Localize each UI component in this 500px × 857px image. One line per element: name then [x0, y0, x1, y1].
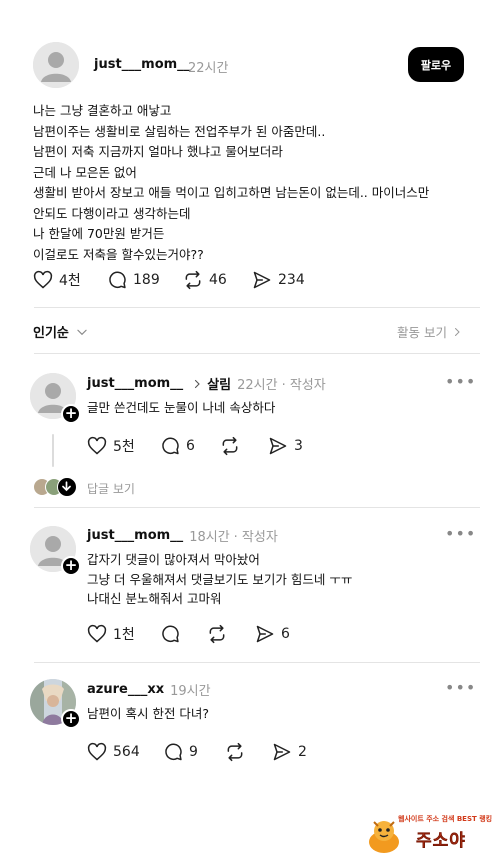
send-icon	[269, 437, 287, 455]
heart-icon	[87, 742, 107, 761]
follow-plus-icon[interactable]: +	[61, 709, 81, 729]
repost-icon	[227, 742, 243, 762]
reply-topic-tag[interactable]: 살림	[207, 374, 231, 393]
activity-link[interactable]: 활동 보기	[397, 322, 463, 341]
repost-icon	[209, 624, 225, 644]
reply-text: 글만 쓴건데도 눈물이 나네 속상하다	[87, 400, 276, 415]
sort-dropdown[interactable]: 인기순	[33, 322, 89, 341]
divider	[34, 507, 480, 508]
watermark-tagline: 웹사이트 주소 검색 BEST 랭킹	[398, 815, 493, 823]
reply-time: 18시간	[189, 530, 230, 545]
reply-like-count: 1천	[113, 627, 135, 643]
replier-avatars[interactable]	[33, 477, 77, 497]
comment-icon	[162, 437, 179, 455]
reply-like-button[interactable]: 5천	[87, 436, 135, 456]
post-time: 22시간	[188, 61, 229, 76]
send-icon	[273, 743, 291, 761]
reply-like-count: 564	[113, 744, 140, 760]
sort-label: 인기순	[33, 326, 69, 341]
activity-label: 활동 보기	[397, 325, 447, 340]
reply-share-count: 6	[281, 626, 290, 642]
heart-icon	[33, 270, 53, 289]
reply-username[interactable]: just___mom__	[87, 528, 183, 543]
default-avatar-icon	[33, 42, 79, 88]
author-badge: · 작성자	[281, 378, 326, 393]
post-repost-count: 46	[209, 272, 227, 288]
repost-icon	[222, 436, 238, 456]
reply-username[interactable]: azure___xx	[87, 682, 164, 697]
chevron-right-icon	[195, 379, 200, 388]
reply-header: just___mom__ 18시간 · 작성자	[87, 526, 278, 545]
reply-share-count: 2	[298, 744, 307, 760]
repost-icon	[185, 270, 201, 290]
reply-header: azure___xx 19시간	[87, 680, 211, 699]
reply-like-button[interactable]: 1천	[87, 624, 135, 644]
reply-like-button[interactable]: 564	[87, 742, 140, 762]
more-options-icon[interactable]: •••	[445, 524, 476, 543]
post-repost-button[interactable]: 46	[183, 270, 227, 290]
chevron-down-icon	[77, 329, 87, 335]
reply-repost-button[interactable]	[225, 742, 251, 762]
more-options-icon[interactable]: •••	[445, 372, 476, 391]
divider	[34, 662, 480, 663]
reply-repost-button[interactable]	[220, 436, 246, 456]
comment-icon	[109, 271, 126, 289]
reply-time: 19시간	[170, 684, 211, 699]
reply-username[interactable]: just___mom__	[87, 376, 183, 391]
comment-icon	[165, 743, 182, 761]
reply-share-button[interactable]: 2	[272, 742, 307, 762]
reply-comment-button[interactable]: 9	[163, 742, 198, 762]
reply-share-button[interactable]: 3	[268, 436, 303, 456]
post-share-count: 234	[278, 272, 305, 288]
chevron-right-icon	[454, 327, 460, 336]
reply-comment-count: 9	[189, 744, 198, 760]
post-share-button[interactable]: 234	[252, 270, 305, 290]
reply-comment-button[interactable]	[160, 624, 186, 644]
post-comment-button[interactable]: 189	[107, 270, 160, 290]
reply-repost-button[interactable]	[207, 624, 233, 644]
author-badge: · 작성자	[233, 530, 278, 545]
send-icon	[256, 625, 274, 643]
post-like-button[interactable]: 4천	[33, 270, 81, 290]
thread-line	[52, 434, 54, 467]
divider	[34, 353, 480, 354]
post-like-count: 4천	[59, 273, 81, 289]
comment-icon	[162, 625, 179, 643]
heart-icon	[87, 436, 107, 455]
post-body: 나는 그냥 결혼하고 애낳고 남편이주는 생활비로 살림하는 전업주부가 된 아…	[33, 103, 430, 262]
heart-icon	[87, 624, 107, 643]
watermark-brand: 주소야	[416, 831, 466, 851]
post-username[interactable]: just___mom__	[94, 57, 190, 72]
reply-share-button[interactable]: 6	[255, 624, 290, 644]
post-comment-count: 189	[133, 272, 160, 288]
reply-header: just___mom__ 살림 22시간 · 작성자	[87, 374, 326, 393]
post-avatar[interactable]	[33, 42, 79, 88]
reply-comment-button[interactable]: 6	[160, 436, 195, 456]
send-icon	[253, 271, 271, 289]
view-replies-link[interactable]: 답글 보기	[87, 480, 135, 497]
watermark: 웹사이트 주소 검색 BEST 랭킹 주소야	[366, 812, 496, 854]
reply-text: 남편이 혹시 한전 다녀?	[87, 706, 210, 721]
reply-text: 갑자기 댓글이 많아져서 막아놨어 그냥 더 우울해져서 댓글보기도 보기가 힘…	[87, 552, 353, 606]
follow-button[interactable]: 팔로우	[408, 47, 464, 82]
more-options-icon[interactable]: •••	[445, 678, 476, 697]
chevron-down-circle-icon	[57, 477, 77, 497]
reply-comment-count: 6	[186, 438, 195, 454]
follow-plus-icon[interactable]: +	[61, 556, 81, 576]
divider	[34, 307, 480, 308]
follow-plus-icon[interactable]: +	[61, 404, 81, 424]
reply-time: 22시간	[237, 378, 278, 393]
reply-share-count: 3	[294, 438, 303, 454]
reply-like-count: 5천	[113, 439, 135, 455]
mascot-icon	[369, 821, 399, 853]
